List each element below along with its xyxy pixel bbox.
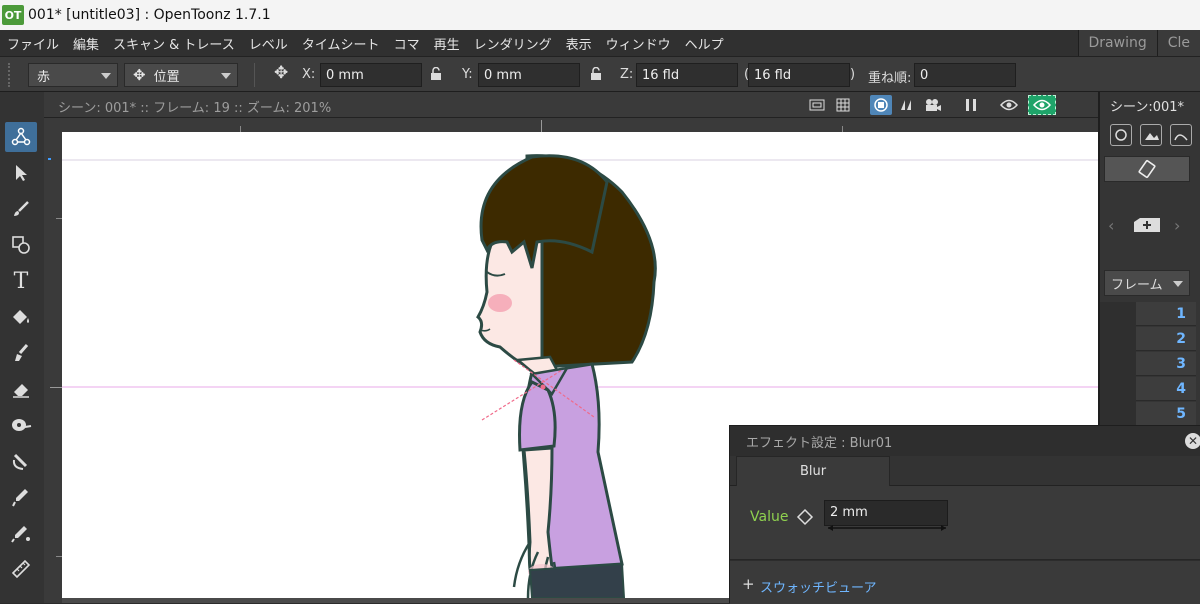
mode-value: 位置 [154, 66, 180, 85]
geometric-tool-icon[interactable] [5, 230, 37, 260]
y-field[interactable]: 0 mm [478, 63, 580, 87]
stacking-order-field[interactable]: 0 [914, 63, 1016, 87]
viewer-header: シーン: 001* :: フレーム: 19 :: ズーム: 201% [44, 92, 1098, 118]
menu-scan[interactable]: スキャン & トレース [106, 34, 242, 53]
menu-help[interactable]: ヘルプ [678, 34, 731, 53]
unlock-icon[interactable] [430, 67, 442, 81]
style-picker-tool-icon[interactable] [5, 482, 37, 512]
move-icon: ✥ [274, 63, 288, 83]
window-title: 001* [untitle03] : OpenToonz 1.7.1 [28, 7, 271, 23]
animate-tool-icon[interactable] [5, 122, 37, 152]
freeze-icon[interactable] [960, 95, 982, 115]
rotate-toggle-icon[interactable] [1104, 156, 1190, 182]
menu-file[interactable]: ファイル [0, 34, 66, 53]
fx-params: Value 2 mm [730, 486, 1200, 560]
menu-level[interactable]: レベル [242, 34, 295, 53]
sub-camera-preview-icon[interactable] [1028, 95, 1056, 115]
unlock-icon[interactable] [590, 67, 602, 81]
paint-brush-tool-icon[interactable] [5, 338, 37, 368]
menu-xsheet[interactable]: タイムシート [295, 34, 387, 53]
xsheet-row-area [1100, 302, 1136, 442]
menu-windows[interactable]: ウィンドウ [599, 34, 678, 53]
frame-row[interactable]: 2 [1136, 327, 1196, 351]
value-param-label: Value [750, 509, 788, 525]
target-value: 赤 [37, 66, 50, 85]
mode-combo[interactable]: ✥ 位置 [124, 63, 238, 87]
room-tab-cleanup[interactable]: Cle [1157, 30, 1200, 56]
chevron-down-icon [1173, 281, 1183, 287]
ruler-tool-icon[interactable] [5, 554, 37, 584]
expand-plus-icon[interactable]: + [742, 575, 755, 593]
z-label: Z: [620, 67, 633, 82]
room-tabs: Drawing Cle [1078, 30, 1200, 56]
app-logo: OT [2, 5, 24, 25]
new-toonz-level-icon[interactable] [1170, 124, 1192, 146]
rgb-picker-tool-icon[interactable] [5, 518, 37, 548]
chevron-down-icon [221, 73, 231, 79]
fx-settings-title: エフェクト設定 : Blur01 [730, 426, 1200, 456]
camera-view-icon[interactable] [922, 95, 944, 115]
vertical-ruler[interactable] [44, 132, 62, 603]
z-field[interactable]: 16 fld [636, 63, 738, 87]
x-label: X: [302, 67, 315, 82]
next-memo-icon[interactable]: › [1174, 216, 1180, 235]
type-tool-icon[interactable]: T [5, 266, 37, 296]
frame-row[interactable]: 5 [1136, 402, 1196, 426]
swatch-viewer-section[interactable]: + スウォッチビューア [730, 560, 1200, 604]
frame-row[interactable]: 4 [1136, 377, 1196, 401]
fx-tab-blur[interactable]: Blur [736, 456, 890, 486]
brush-tool-icon[interactable] [5, 194, 37, 224]
paren-close: ) [850, 67, 855, 82]
separator [254, 63, 255, 87]
x-field[interactable]: 0 mm [320, 63, 422, 87]
prev-memo-icon[interactable]: ‹ [1108, 216, 1114, 235]
stacking-order-label: 重ね順: [868, 67, 911, 86]
target-combo[interactable]: 赤 [28, 63, 118, 87]
menu-edit[interactable]: 編集 [66, 34, 106, 53]
viewer-info: シーン: 001* :: フレーム: 19 :: ズーム: 201% [58, 97, 331, 116]
y-label: Y: [462, 67, 473, 82]
eraser-tool-icon[interactable] [5, 374, 37, 404]
value-field[interactable]: 2 mm [824, 500, 948, 526]
frame-zoom-label: フレーム [1111, 274, 1163, 293]
frame-row[interactable]: 1 [1136, 302, 1196, 326]
new-raster-level-icon[interactable] [1140, 124, 1162, 146]
menu-play[interactable]: 再生 [427, 34, 467, 53]
3d-view-icon[interactable] [896, 95, 918, 115]
fx-tab-bar: Blur [730, 456, 1200, 486]
menu-render[interactable]: レンダリング [467, 34, 559, 53]
swatch-viewer-label[interactable]: スウォッチビューア [760, 577, 876, 596]
menu-cells[interactable]: コマ [387, 34, 427, 53]
fill-tool-icon[interactable] [5, 302, 37, 332]
selection-tool-icon[interactable] [5, 158, 37, 188]
tape-tool-icon[interactable] [5, 410, 37, 440]
preview-icon[interactable] [998, 95, 1020, 115]
new-vector-level-icon[interactable] [1110, 124, 1132, 146]
value-drag-slider[interactable] [826, 524, 948, 532]
add-memo-icon[interactable] [1130, 214, 1166, 236]
move-icon: ✥ [133, 66, 146, 84]
tools-panel: T [0, 92, 44, 603]
menu-view[interactable]: 表示 [559, 34, 599, 53]
xsheet-scene-label: シーン:001* [1110, 96, 1184, 115]
horizontal-ruler[interactable] [44, 118, 1098, 132]
tool-options-bar: 赤 ✥位置 ✥ X: 0 mm Y: 0 mm Z: 16 fld ( 16 f… [0, 56, 1200, 92]
frame-zoom-combo[interactable]: フレーム [1104, 270, 1190, 296]
fx-settings-panel: エフェクト設定 : Blur01 ✕ Blur Value 2 mm + スウォ… [729, 425, 1200, 603]
bar-grip [8, 63, 14, 87]
safe-area-icon[interactable] [806, 95, 828, 115]
finger-tool-icon[interactable] [5, 446, 37, 476]
title-bar: OT 001* [untitle03] : OpenToonz 1.7.1 [0, 0, 1200, 30]
camera-stand-view-icon[interactable] [870, 95, 892, 115]
z-fld-field[interactable]: 16 fld [748, 63, 850, 87]
keyframe-diamond-icon[interactable] [796, 508, 814, 526]
menu-bar: ファイル 編集 スキャン & トレース レベル タイムシート コマ 再生 レンダ… [0, 30, 1200, 56]
field-guide-icon[interactable] [832, 95, 854, 115]
frame-row[interactable]: 3 [1136, 352, 1196, 376]
room-tab-drawing[interactable]: Drawing [1078, 30, 1157, 56]
close-icon[interactable]: ✕ [1185, 433, 1200, 449]
chevron-down-icon [101, 73, 111, 79]
